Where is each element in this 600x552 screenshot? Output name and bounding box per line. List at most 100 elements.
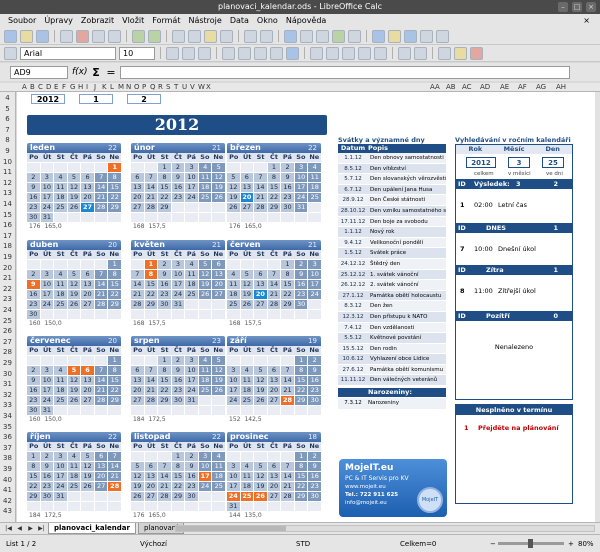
- today-task-row[interactable]: 7 10:00 Dnešní úkol: [456, 243, 572, 255]
- row-header[interactable]: 16: [0, 221, 15, 229]
- day-cell[interactable]: 1: [158, 356, 171, 365]
- row-header[interactable]: 36: [0, 433, 15, 441]
- day-cell[interactable]: 7: [254, 173, 267, 182]
- day-cell[interactable]: 23: [27, 396, 40, 405]
- holiday-row[interactable]: 8.5.12 Den vítězství: [338, 163, 446, 175]
- row-header[interactable]: 41: [0, 486, 15, 494]
- day-cell[interactable]: 19: [254, 386, 267, 395]
- day-cell[interactable]: 26: [198, 290, 212, 299]
- row-header[interactable]: 6: [0, 115, 15, 123]
- day-cell[interactable]: 1: [294, 452, 308, 461]
- day-cell[interactable]: 15: [108, 183, 121, 192]
- day-cell[interactable]: 5: [212, 163, 225, 172]
- day-cell[interactable]: 20: [81, 290, 94, 299]
- day-cell[interactable]: 8: [158, 173, 171, 182]
- day-cell[interactable]: 6: [267, 462, 281, 471]
- day-cell[interactable]: 25: [198, 386, 212, 395]
- zoom-slider[interactable]: [498, 539, 564, 548]
- day-cell[interactable]: 30: [27, 406, 40, 415]
- day-cell[interactable]: 4: [54, 270, 67, 279]
- column-header[interactable]: U: [182, 83, 187, 92]
- day-cell[interactable]: 27: [267, 396, 281, 405]
- day-cell[interactable]: 1: [267, 163, 281, 172]
- day-cell[interactable]: 8: [108, 366, 121, 375]
- day-cell[interactable]: 28: [94, 300, 108, 309]
- day-cell[interactable]: 4: [240, 462, 254, 471]
- day-cell[interactable]: 30: [158, 300, 171, 309]
- day-cell[interactable]: 2: [308, 452, 321, 461]
- day-cell[interactable]: 27: [144, 492, 158, 501]
- day-cell[interactable]: 15: [108, 280, 121, 289]
- day-cell[interactable]: 25: [198, 193, 212, 202]
- day-cell[interactable]: 5: [81, 452, 94, 461]
- day-cell[interactable]: 1: [108, 163, 121, 172]
- day-cell[interactable]: 15: [294, 472, 308, 481]
- column-header[interactable]: W: [198, 83, 205, 92]
- row-header[interactable]: 23: [0, 295, 15, 303]
- day-cell[interactable]: 13: [131, 183, 144, 192]
- holiday-row[interactable]: 15.5.12 Den rodin: [338, 343, 446, 355]
- day-cell[interactable]: 13: [81, 280, 94, 289]
- font-size-select[interactable]: 10: [119, 46, 155, 60]
- sort-ascending-icon[interactable]: [300, 29, 313, 43]
- day-cell[interactable]: 19: [240, 290, 254, 299]
- day-cell[interactable]: 26: [254, 396, 267, 405]
- day-cell[interactable]: 31: [40, 213, 54, 222]
- holiday-row[interactable]: 10.6.12 Vyhlazení obce Lidice: [338, 354, 446, 365]
- day-cell[interactable]: 4: [227, 270, 240, 279]
- day-cell[interactable]: 9: [40, 462, 54, 471]
- day-cell[interactable]: 17: [54, 472, 67, 481]
- day-cell[interactable]: 25: [227, 300, 240, 309]
- day-cell[interactable]: 13: [267, 376, 281, 385]
- day-cell[interactable]: 22: [294, 386, 308, 395]
- day-cell[interactable]: 29: [144, 300, 158, 309]
- day-cell[interactable]: 4: [54, 173, 67, 182]
- day-cell[interactable]: 15: [294, 376, 308, 385]
- column-header[interactable]: AG: [536, 83, 546, 92]
- column-header[interactable]: M: [118, 83, 124, 92]
- day-cell[interactable]: 2: [27, 270, 40, 279]
- day-cell[interactable]: 14: [158, 472, 171, 481]
- name-box[interactable]: AD9: [10, 65, 68, 79]
- day-cell[interactable]: 2: [40, 452, 54, 461]
- day-cell[interactable]: 10: [185, 173, 198, 182]
- day-cell[interactable]: 18: [54, 193, 67, 202]
- day-cell[interactable]: 18: [308, 183, 321, 192]
- day-cell[interactable]: 5: [67, 270, 81, 279]
- column-header[interactable]: E: [54, 83, 58, 92]
- day-cell[interactable]: 22: [144, 290, 158, 299]
- day-cell[interactable]: 17: [308, 280, 321, 289]
- spellcheck-icon[interactable]: [132, 29, 145, 43]
- day-cell[interactable]: 18: [227, 290, 240, 299]
- column-header[interactable]: S: [166, 83, 170, 92]
- day-cell[interactable]: 28: [108, 482, 121, 491]
- day-cell[interactable]: 14: [108, 462, 121, 471]
- day-cell[interactable]: 20: [240, 193, 254, 202]
- day-cell[interactable]: 9: [308, 462, 321, 471]
- day-cell[interactable]: 18: [185, 280, 198, 289]
- day-cell[interactable]: 21: [94, 193, 108, 202]
- day-cell[interactable]: 18: [54, 386, 67, 395]
- column-header[interactable]: G: [70, 83, 75, 92]
- open-icon[interactable]: [20, 29, 33, 43]
- day-cell[interactable]: 13: [94, 462, 108, 471]
- edit-file-icon[interactable]: [60, 29, 73, 43]
- day-cell[interactable]: 22: [27, 482, 40, 491]
- column-header[interactable]: D: [46, 83, 51, 92]
- day-cell[interactable]: 27: [240, 203, 254, 212]
- day-cell[interactable]: 31: [54, 492, 67, 501]
- day-cell[interactable]: 30: [27, 213, 40, 222]
- day-cell[interactable]: 6: [81, 366, 94, 375]
- day-cell[interactable]: 7: [267, 270, 281, 279]
- gallery-icon[interactable]: [420, 29, 433, 43]
- row-header[interactable]: 14: [0, 200, 15, 208]
- remove-decimal-icon[interactable]: [374, 46, 387, 60]
- day-cell[interactable]: 3: [185, 163, 198, 172]
- menu-upravy[interactable]: Úpravy: [40, 14, 77, 28]
- menu-soubor[interactable]: Soubor: [4, 14, 40, 28]
- redo-icon[interactable]: [260, 29, 273, 43]
- day-cell[interactable]: 31: [227, 502, 240, 511]
- row-header[interactable]: 25: [0, 317, 15, 325]
- day-cell[interactable]: 6: [131, 173, 144, 182]
- year-cell[interactable]: 2012: [31, 94, 65, 104]
